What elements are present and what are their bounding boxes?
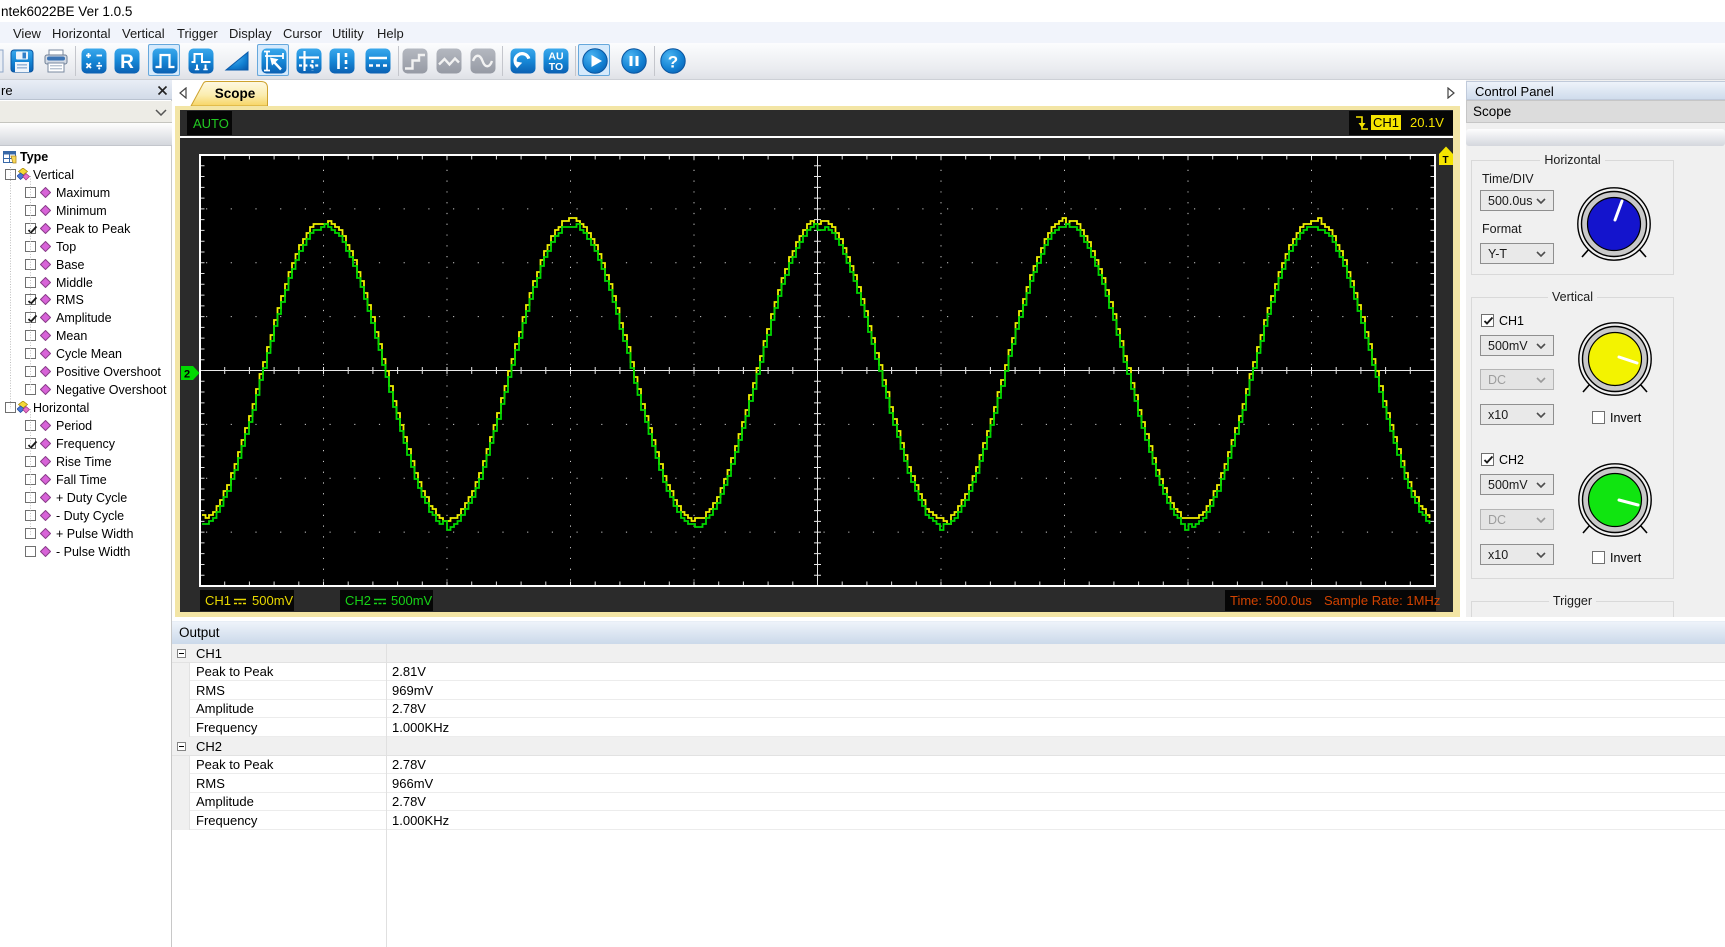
svg-text:R: R — [120, 52, 134, 73]
svg-text:TO: TO — [549, 61, 563, 73]
svg-text:T: T — [1443, 155, 1449, 166]
svg-text:Scope: Scope — [215, 86, 256, 101]
svg-text:?: ? — [668, 53, 678, 72]
svg-text:2: 2 — [184, 369, 190, 381]
